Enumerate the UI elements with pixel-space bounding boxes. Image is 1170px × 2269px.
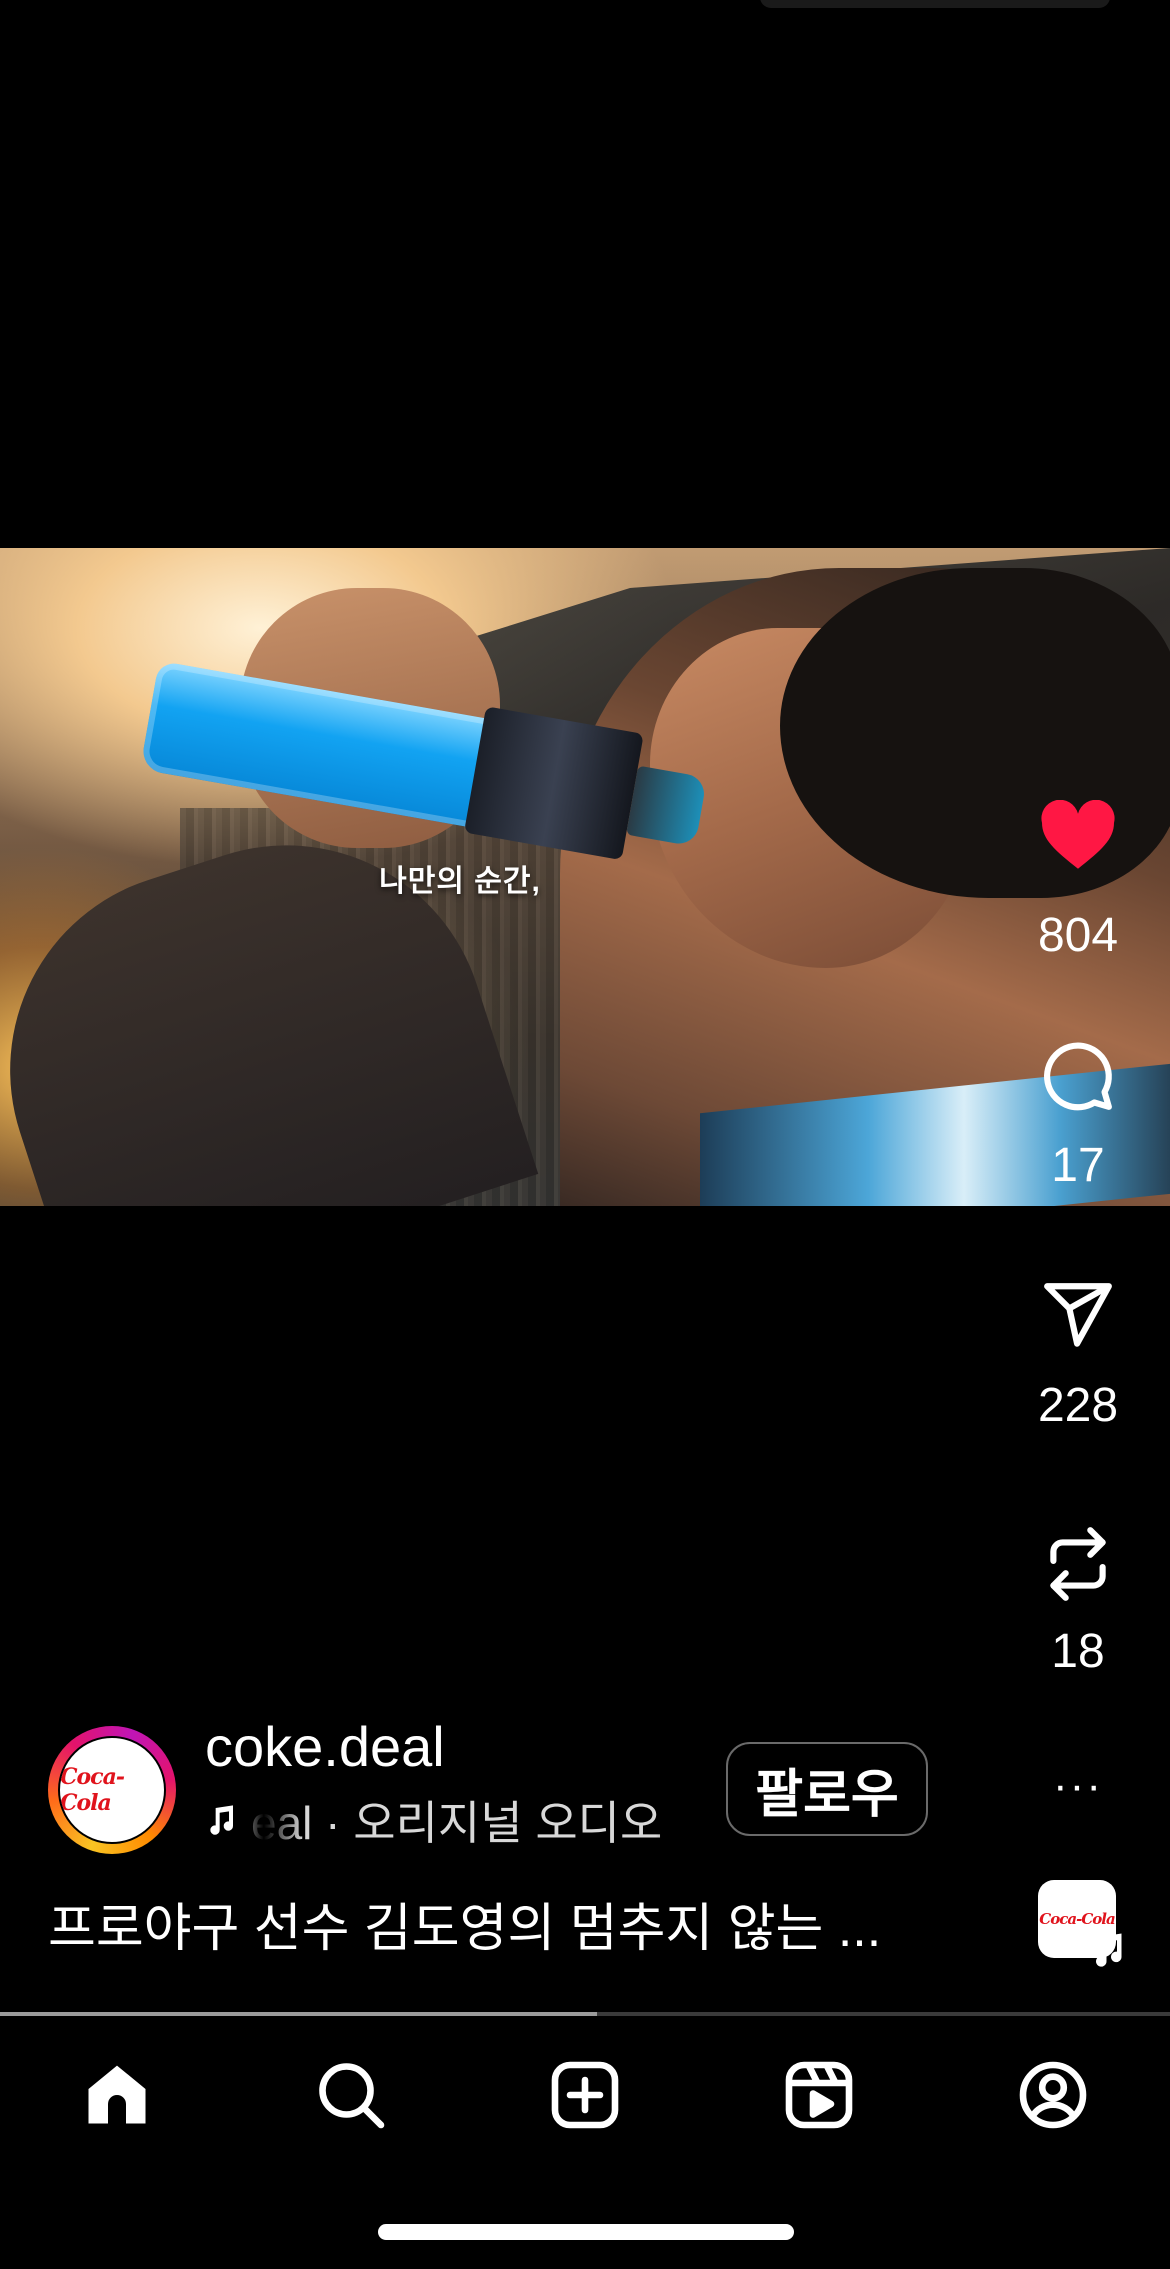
create-icon [551, 2061, 619, 2129]
search-icon [319, 2063, 385, 2129]
share-count: 228 [1037, 1379, 1119, 1432]
nav-create[interactable] [468, 2020, 702, 2170]
playback-progress[interactable] [0, 2012, 1170, 2016]
home-indicator [378, 2224, 794, 2240]
heart-icon [1041, 800, 1115, 869]
remix-button[interactable] [1038, 1524, 1118, 1604]
music-note-icon [1096, 1933, 1122, 1967]
more-options-button[interactable]: ··· [1040, 1761, 1116, 1810]
share-button[interactable] [1038, 1274, 1118, 1354]
like-count: 804 [1037, 909, 1119, 962]
bottom-navigation [0, 2020, 1170, 2170]
repost-icon [1050, 1527, 1106, 1601]
audio-attribution[interactable]: eal · 오리지널 오디오 [205, 1790, 695, 1850]
remix-count: 18 [1051, 1625, 1105, 1678]
comment-count: 17 [1051, 1139, 1105, 1192]
coca-cola-logo: Coca-Cola [1039, 1910, 1115, 1928]
reels-icon [785, 2061, 853, 2129]
music-note-icon [205, 1804, 241, 1836]
like-button[interactable] [1038, 796, 1118, 876]
profile-icon [1019, 2061, 1087, 2129]
audio-label: eal · 오리지널 오디오 [251, 1797, 663, 1849]
comment-button[interactable] [1038, 1036, 1118, 1116]
nav-profile[interactable] [936, 2020, 1170, 2170]
nav-home[interactable] [0, 2020, 234, 2170]
status-notch [760, 0, 1110, 8]
reel-video[interactable]: 나만의 순간, [0, 548, 1170, 1206]
comment-icon [1044, 1042, 1112, 1111]
coca-cola-logo: Coca-Cola [60, 1764, 125, 1816]
nav-reels[interactable] [702, 2020, 936, 2170]
playback-progress-fill [0, 2012, 597, 2016]
video-subtitle: 나만의 순간, [379, 865, 541, 898]
follow-button[interactable]: 팔로우 [726, 1742, 928, 1836]
reel-caption[interactable]: 프로야구 선수 김도영의 멈추지 않는 ... [48, 1886, 968, 1961]
home-icon [88, 2065, 146, 2124]
author-avatar[interactable]: Coca-Cola [48, 1726, 176, 1854]
nav-search[interactable] [234, 2020, 468, 2170]
send-icon [1044, 1283, 1112, 1347]
author-username[interactable]: coke.deal [205, 1714, 445, 1779]
